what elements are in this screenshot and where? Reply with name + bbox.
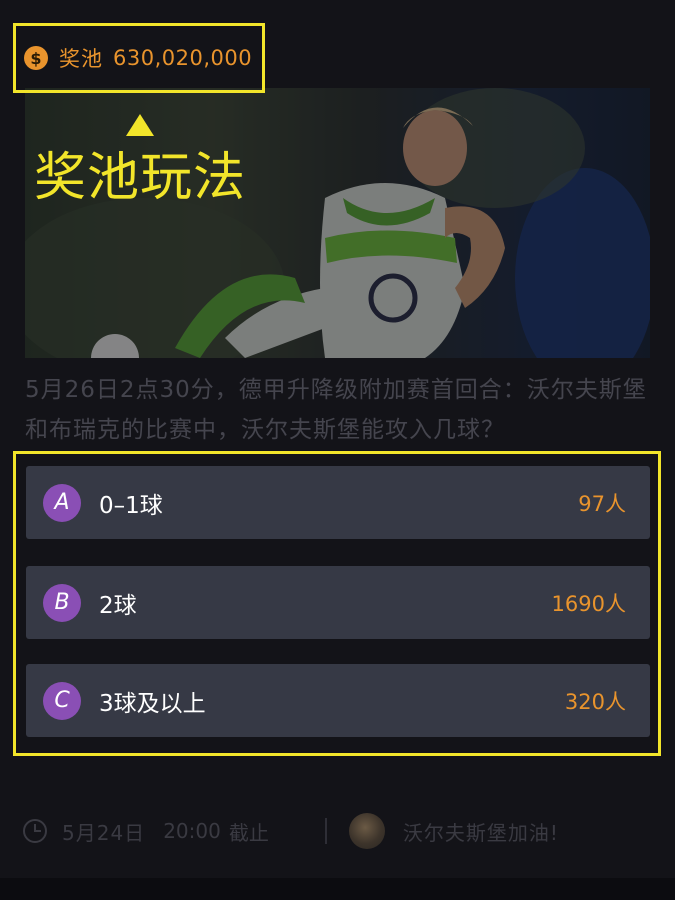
option-b[interactable]: B 2球 1690人 <box>26 566 650 639</box>
deadline-date: 5月24日 <box>62 820 146 845</box>
deadline-label: 截止 <box>228 820 269 845</box>
photo-dim-overlay <box>25 88 650 358</box>
option-text: 3球及以上 <box>99 690 206 717</box>
option-c[interactable]: C 3球及以上 320人 <box>26 664 650 737</box>
option-vote-count: 320人 <box>564 689 626 714</box>
option-vote-count: 1690人 <box>551 591 626 616</box>
option-letter-badge: C <box>43 681 81 720</box>
pool-label: 奖池 <box>59 47 103 71</box>
option-text: 2球 <box>99 592 137 619</box>
quiz-footer: 5月24日 20:00 截止 沃尔夫斯堡加油! <box>22 810 662 852</box>
annotation-up-arrow-icon <box>126 114 154 136</box>
prize-pool-bar: $ 奖池 630,020,000 <box>13 23 265 93</box>
annotation-label: 奖池玩法 <box>34 148 247 208</box>
option-letter-badge: A <box>43 483 81 522</box>
option-text: 0–1球 <box>99 492 163 519</box>
pool-value: 630,020,000 <box>113 46 253 70</box>
footer-divider <box>324 818 327 844</box>
bottom-edge <box>0 878 675 900</box>
quiz-question: 5月26日2点30分，德甲升降级附加赛首回合：沃尔夫斯堡和布瑞克的比赛中，沃尔夫… <box>25 377 647 443</box>
clock-icon <box>23 819 47 843</box>
option-vote-count: 97人 <box>578 491 626 516</box>
quiz-page: $ 奖池 630,020,000 奖池玩法 5月26日2点30分，德甲升降级附加… <box>0 0 675 900</box>
dollar-coin-icon: $ <box>24 46 48 70</box>
deadline-time: 20:00 <box>163 819 221 843</box>
cheer-message: 沃尔夫斯堡加油! <box>402 820 559 845</box>
match-photo <box>25 88 650 358</box>
option-a[interactable]: A 0–1球 97人 <box>26 466 650 539</box>
avatar[interactable] <box>348 813 385 849</box>
option-letter-badge: B <box>43 583 81 622</box>
